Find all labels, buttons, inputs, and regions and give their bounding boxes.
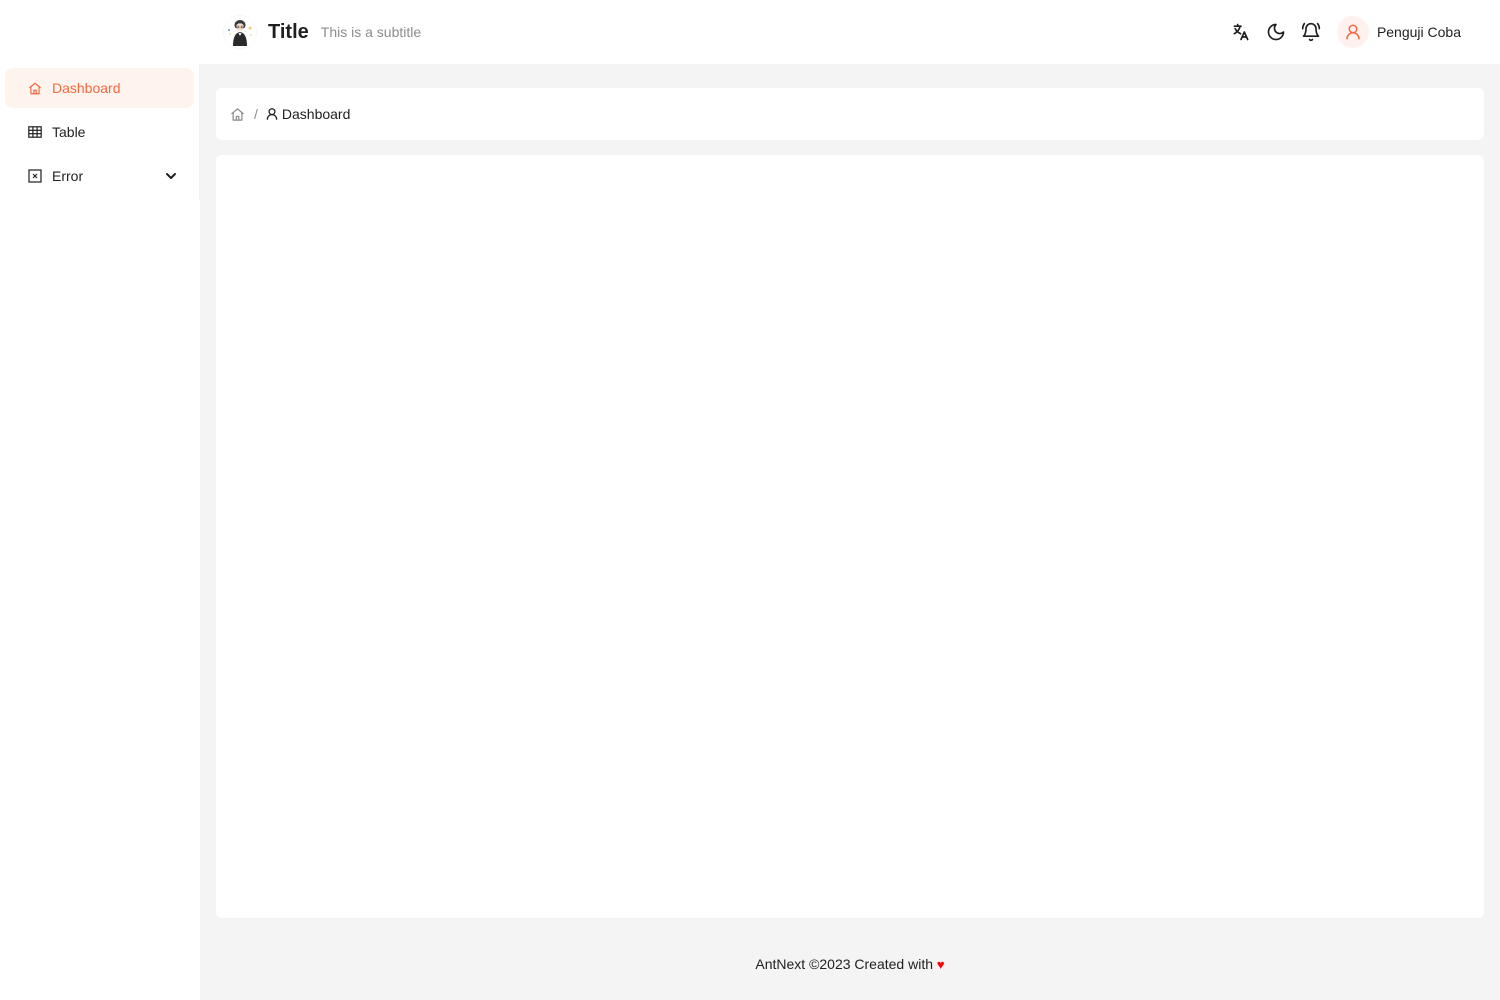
breadcrumb-home-link[interactable] xyxy=(230,106,246,122)
header-actions: Penguji Coba xyxy=(1218,14,1461,50)
table-icon xyxy=(28,125,42,139)
logo-avatar[interactable] xyxy=(223,15,257,49)
moon-icon xyxy=(1267,23,1285,41)
breadcrumb: / Dashboard xyxy=(216,88,1484,140)
heart-icon: ♥ xyxy=(936,957,945,972)
character-logo-icon xyxy=(223,15,257,49)
main-area: / Dashboard AntNext ©2023 Created with ♥ xyxy=(200,64,1500,1000)
footer-text: AntNext ©2023 Created with xyxy=(755,956,934,972)
sidebar-item-label: Dashboard xyxy=(52,80,121,96)
translate-icon xyxy=(1233,23,1249,41)
sidebar-item-dashboard[interactable]: Dashboard xyxy=(5,68,194,108)
home-icon xyxy=(28,81,42,95)
translate-button[interactable] xyxy=(1229,20,1253,44)
content-card xyxy=(216,155,1484,918)
sidebar-item-table[interactable]: Table xyxy=(5,112,194,152)
top-header: Title This is a subtitle Penguji Coba xyxy=(0,0,1500,64)
footer: AntNext ©2023 Created with ♥ xyxy=(200,956,1500,972)
user-name: Penguji Coba xyxy=(1376,24,1461,40)
sidebar: Dashboard Table Error xyxy=(0,64,200,200)
theme-toggle-button[interactable] xyxy=(1264,20,1288,44)
sidebar-item-label: Table xyxy=(52,124,86,140)
app-subtitle: This is a subtitle xyxy=(320,24,422,40)
user-menu[interactable]: Penguji Coba xyxy=(1336,16,1461,48)
bell-icon xyxy=(1301,22,1321,42)
user-icon xyxy=(1346,24,1360,40)
brand: Title This is a subtitle xyxy=(223,15,421,49)
app-title: Title xyxy=(268,20,309,43)
sidebar-item-error[interactable]: Error xyxy=(5,156,194,196)
chevron-down-icon[interactable] xyxy=(164,169,178,183)
breadcrumb-separator: / xyxy=(254,106,258,122)
user-icon xyxy=(265,107,279,121)
sidebar-item-label: Error xyxy=(52,168,84,184)
home-icon xyxy=(231,107,244,121)
notifications-button[interactable] xyxy=(1299,20,1323,44)
breadcrumb-current: Dashboard xyxy=(281,106,351,122)
user-avatar xyxy=(1336,16,1369,48)
close-square-icon xyxy=(28,169,42,183)
